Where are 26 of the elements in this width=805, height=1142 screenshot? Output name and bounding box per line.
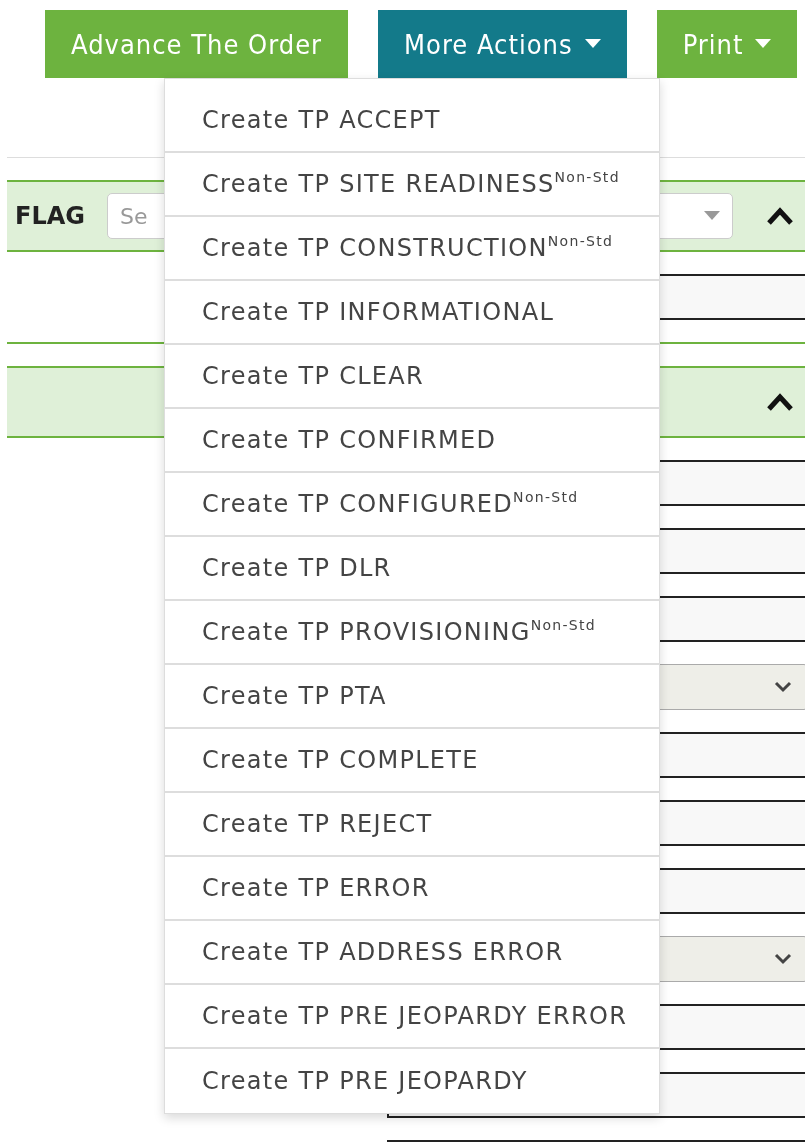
menu-item[interactable]: Create TP PRE JEOPARDY	[165, 1049, 659, 1113]
menu-item[interactable]: Create TP CONSTRUCTION$^{Non-Std}$	[165, 217, 659, 281]
chevron-down-icon	[774, 681, 792, 693]
menu-item[interactable]: Create TP PROVISIONING$^{Non-Std}$	[165, 601, 659, 665]
menu-item[interactable]: Create TP ADDRESS ERROR	[165, 921, 659, 985]
menu-item[interactable]: Create TP PTA	[165, 665, 659, 729]
menu-item[interactable]: Create TP SITE READINESS$^{Non-Std}$	[165, 153, 659, 217]
menu-item[interactable]: Create TP COMPLETE	[165, 729, 659, 793]
button-label: More Actions	[404, 28, 573, 60]
collapse-icon[interactable]	[765, 391, 795, 413]
chevron-down-icon	[774, 953, 792, 965]
caret-icon	[704, 211, 720, 221]
menu-item[interactable]: Create TP REJECT	[165, 793, 659, 857]
collapse-icon[interactable]	[765, 205, 795, 227]
menu-item[interactable]: Create TP CONFIGURED$^{Non-Std}$	[165, 473, 659, 537]
button-label: Print	[682, 28, 744, 60]
menu-item[interactable]: Create TP CONFIRMED	[165, 409, 659, 473]
section-label: FLAG	[15, 202, 85, 230]
menu-item[interactable]: Create TP CLEAR	[165, 345, 659, 409]
menu-item[interactable]: Create TP DLR	[165, 537, 659, 601]
menu-item[interactable]: Create TP ERROR	[165, 857, 659, 921]
button-label: Advance The Order	[71, 28, 323, 60]
menu-item[interactable]: Create TP ACCEPT	[165, 89, 659, 153]
dropdown-button[interactable]: More Actions	[378, 10, 627, 78]
menu-item[interactable]: Create TP PRE JEOPARDY ERROR	[165, 985, 659, 1049]
menu-item[interactable]: Create TP INFORMATIONAL	[165, 281, 659, 345]
